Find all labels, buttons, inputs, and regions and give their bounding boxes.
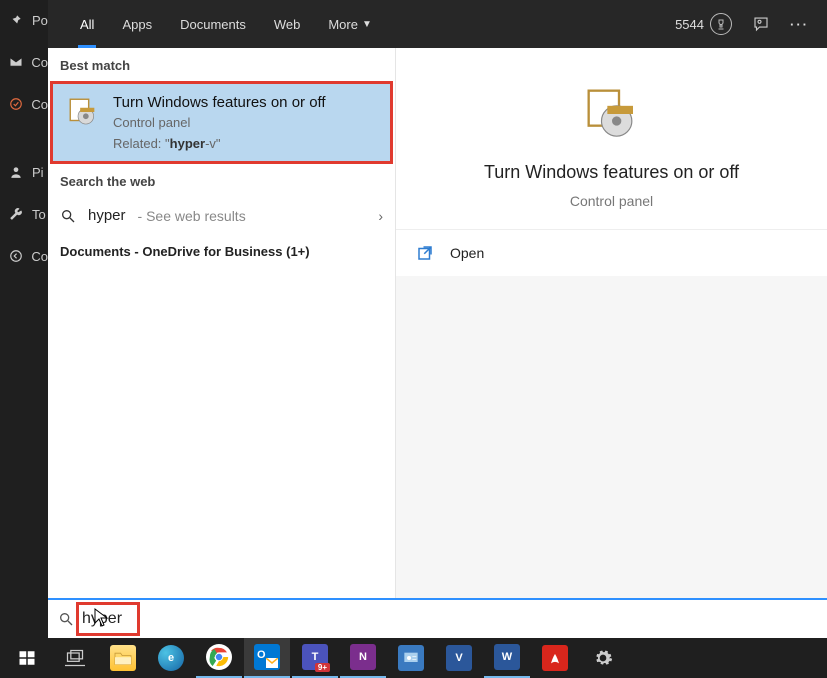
windows-features-icon [65,94,101,130]
open-action[interactable]: Open [396,230,827,276]
taskbar-app-button[interactable] [388,638,434,678]
result-subtitle: Control panel [113,115,326,130]
sidebar-item[interactable]: Co [0,50,48,74]
result-title: Turn Windows features on or off [113,94,326,111]
sidebar-item[interactable]: Pi [0,160,48,184]
windows-features-icon [582,84,642,144]
chevron-down-icon: ▼ [362,19,372,30]
search-box[interactable] [48,598,827,638]
points-value: 5544 [675,17,704,32]
more-options-icon[interactable]: ··· [790,17,809,32]
start-button[interactable] [4,638,50,678]
open-label: Open [450,245,484,261]
result-related: Related: "hyper-v" [113,136,326,151]
visio-button[interactable]: V [436,638,482,678]
search-icon [60,208,78,224]
sidebar-item[interactable]: To [0,202,48,226]
feedback-icon[interactable] [752,15,770,33]
result-details-pane: Turn Windows features on or off Control … [396,48,827,598]
target-icon [8,96,23,112]
sidebar-label: Pi [32,165,44,180]
tab-documents[interactable]: Documents [166,0,260,48]
sidebar-label: Co [31,249,48,264]
chrome-button[interactable] [196,638,242,678]
trophy-icon [710,13,732,35]
search-results-panel: Best match Turn Windows features on or o… [48,48,827,598]
back-arrow-icon [8,248,23,264]
rewards-points[interactable]: 5544 [675,13,732,35]
best-match-result[interactable]: Turn Windows features on or off Control … [50,81,393,164]
onenote-button[interactable]: N [340,638,386,678]
task-view-button[interactable] [52,638,98,678]
chevron-right-icon: › [378,208,383,224]
sidebar-item[interactable]: Co [0,92,48,116]
search-input[interactable] [82,610,817,628]
search-filter-tabs-bar: All Apps Documents Web More ▼ 5544 ··· [48,0,827,48]
sidebar-item[interactable]: Co [0,244,48,268]
sidebar-label: Co [31,97,48,112]
file-explorer-button[interactable] [100,638,146,678]
background-app-sidebar: Po Co Co Pi To Co [0,0,48,638]
sidebar-item[interactable]: Po [0,8,48,32]
pin-icon [8,12,24,28]
tab-web[interactable]: Web [260,0,315,48]
tab-all[interactable]: All [66,0,108,48]
tab-more[interactable]: More ▼ [314,0,386,48]
acrobat-button[interactable] [532,638,578,678]
open-icon [416,244,434,262]
details-title: Turn Windows features on or off [406,162,817,183]
wrench-icon [8,206,24,222]
sidebar-label: To [32,207,46,222]
results-list: Best match Turn Windows features on or o… [48,48,396,598]
taskbar: e O T 9+ N V W [0,638,827,678]
sidebar-label: Po [32,13,48,28]
person-icon [8,164,24,180]
web-suffix: - See web results [138,208,246,224]
search-icon [58,611,74,627]
web-search-result[interactable]: hyper - See web results › [48,197,395,234]
search-web-header: Search the web [48,164,395,197]
outlook-button[interactable]: O [244,638,290,678]
tab-apps[interactable]: Apps [108,0,166,48]
best-match-header: Best match [48,48,395,81]
teams-button[interactable]: T 9+ [292,638,338,678]
sidebar-label: Co [31,55,48,70]
mail-icon [8,54,23,70]
documents-section-header[interactable]: Documents - OneDrive for Business (1+) [48,234,395,269]
edge-button[interactable]: e [148,638,194,678]
tab-more-label: More [328,17,358,32]
settings-button[interactable] [580,638,626,678]
word-button[interactable]: W [484,638,530,678]
details-subtitle: Control panel [406,193,817,209]
web-term: hyper [88,207,126,224]
